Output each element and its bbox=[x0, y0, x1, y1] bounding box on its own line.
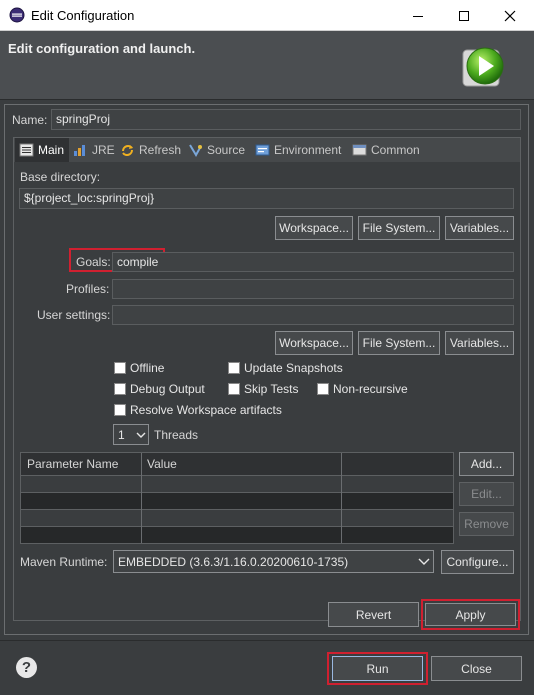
debug-output-checkbox[interactable] bbox=[114, 383, 126, 395]
column-parameter-name[interactable]: Parameter Name bbox=[27, 457, 118, 471]
resolve-workspace-label: Resolve Workspace artifacts bbox=[130, 403, 282, 417]
file-system-button[interactable]: File System... bbox=[358, 216, 440, 240]
skip-tests-checkbox[interactable] bbox=[228, 383, 240, 395]
maximize-button[interactable] bbox=[441, 0, 487, 31]
profiles-input[interactable] bbox=[112, 279, 514, 299]
threads-select[interactable]: 1 bbox=[113, 424, 149, 445]
base-directory-label: Base directory: bbox=[20, 170, 101, 184]
tab-jre-label: JRE bbox=[92, 143, 115, 157]
tab-main-label: Main bbox=[38, 143, 65, 157]
update-snapshots-option[interactable]: Update Snapshots bbox=[228, 361, 343, 375]
environment-icon bbox=[255, 144, 270, 156]
offline-option[interactable]: Offline bbox=[114, 361, 164, 375]
non-recursive-option[interactable]: Non-recursive bbox=[317, 382, 408, 396]
offline-checkbox[interactable] bbox=[114, 362, 126, 374]
maximize-icon bbox=[459, 10, 469, 21]
skip-tests-option[interactable]: Skip Tests bbox=[228, 382, 298, 396]
header-separator bbox=[0, 99, 534, 100]
main-tab-icon bbox=[19, 143, 34, 157]
user-settings-input[interactable] bbox=[112, 305, 514, 325]
user-settings-label: User settings: bbox=[37, 308, 111, 322]
variables-button[interactable]: Variables... bbox=[445, 216, 514, 240]
source-icon bbox=[189, 144, 202, 157]
table-row[interactable] bbox=[21, 493, 453, 510]
debug-output-option[interactable]: Debug Output bbox=[114, 382, 205, 396]
column-divider bbox=[141, 453, 142, 543]
tab-common-label: Common bbox=[371, 143, 420, 157]
tab-source-label: Source bbox=[207, 143, 246, 157]
jre-icon bbox=[74, 145, 85, 156]
base-directory-input[interactable]: ${project_loc:springProj} bbox=[19, 188, 514, 209]
name-label: Name: bbox=[12, 113, 48, 127]
non-recursive-label: Non-recursive bbox=[333, 382, 408, 396]
file-system-button-2[interactable]: File System... bbox=[358, 331, 440, 355]
apply-button[interactable]: Apply bbox=[425, 603, 516, 626]
parameter-table[interactable]: Parameter Name Value bbox=[20, 452, 454, 544]
tab-environment-label: Environment bbox=[274, 143, 342, 157]
minimize-icon bbox=[413, 15, 423, 17]
remove-parameter-button[interactable]: Remove bbox=[459, 512, 514, 536]
tab-jre[interactable]: JRE bbox=[73, 138, 117, 162]
tab-folder bbox=[13, 137, 521, 621]
resolve-workspace-checkbox[interactable] bbox=[114, 404, 126, 416]
debug-output-label: Debug Output bbox=[130, 382, 205, 396]
close-icon bbox=[504, 10, 516, 21]
maven-runtime-label: Maven Runtime: bbox=[20, 555, 108, 569]
chevron-down-icon bbox=[418, 558, 430, 565]
maven-runtime-value: EMBEDDED (3.6.3/1.16.0.20200610-1735) bbox=[118, 554, 349, 569]
name-input[interactable]: springProj bbox=[51, 109, 521, 130]
help-icon[interactable]: ? bbox=[16, 657, 37, 678]
update-snapshots-checkbox[interactable] bbox=[228, 362, 240, 374]
maven-runtime-select[interactable]: EMBEDDED (3.6.3/1.16.0.20200610-1735) bbox=[113, 550, 434, 573]
dialog-header-title: Edit configuration and launch. bbox=[8, 41, 196, 56]
threads-label: Threads bbox=[154, 428, 199, 442]
close-window-button[interactable] bbox=[487, 0, 533, 31]
goals-input[interactable]: compile bbox=[112, 252, 514, 272]
eclipse-app-icon bbox=[9, 7, 25, 23]
resolve-workspace-option[interactable]: Resolve Workspace artifacts bbox=[114, 403, 282, 417]
run-launch-icon bbox=[462, 47, 504, 87]
tab-source[interactable]: Source bbox=[188, 138, 250, 162]
common-icon bbox=[352, 144, 367, 156]
close-button[interactable]: Close bbox=[431, 656, 522, 681]
tab-main[interactable]: Main bbox=[15, 138, 69, 162]
revert-button[interactable]: Revert bbox=[328, 602, 419, 627]
minimize-button[interactable] bbox=[395, 0, 441, 31]
table-header: Parameter Name Value bbox=[21, 453, 453, 476]
offline-label: Offline bbox=[130, 361, 165, 375]
tab-refresh[interactable]: Refresh bbox=[120, 138, 184, 162]
edit-parameter-button[interactable]: Edit... bbox=[459, 482, 514, 506]
run-button[interactable]: Run bbox=[332, 656, 423, 681]
goals-label: Goals: bbox=[76, 255, 111, 269]
column-divider bbox=[341, 453, 342, 543]
workspace-button-2[interactable]: Workspace... bbox=[275, 331, 353, 355]
variables-button-2[interactable]: Variables... bbox=[445, 331, 514, 355]
threads-value: 1 bbox=[118, 427, 125, 442]
skip-tests-label: Skip Tests bbox=[244, 382, 299, 396]
configure-button[interactable]: Configure... bbox=[441, 550, 514, 574]
tab-refresh-label: Refresh bbox=[139, 143, 182, 157]
non-recursive-checkbox[interactable] bbox=[317, 383, 329, 395]
window-title: Edit Configuration bbox=[31, 8, 135, 23]
column-value[interactable]: Value bbox=[147, 457, 177, 471]
tab-environment[interactable]: Environment bbox=[255, 138, 347, 162]
table-row[interactable] bbox=[21, 476, 453, 493]
add-parameter-button[interactable]: Add... bbox=[459, 452, 514, 476]
table-row[interactable] bbox=[21, 527, 453, 543]
tab-common[interactable]: Common bbox=[352, 138, 428, 162]
table-row[interactable] bbox=[21, 510, 453, 527]
profiles-label: Profiles: bbox=[66, 282, 110, 296]
footer-separator bbox=[0, 640, 534, 641]
refresh-icon bbox=[122, 145, 133, 156]
workspace-button[interactable]: Workspace... bbox=[275, 216, 353, 240]
chevron-down-icon bbox=[136, 432, 146, 438]
update-snapshots-label: Update Snapshots bbox=[244, 361, 343, 375]
